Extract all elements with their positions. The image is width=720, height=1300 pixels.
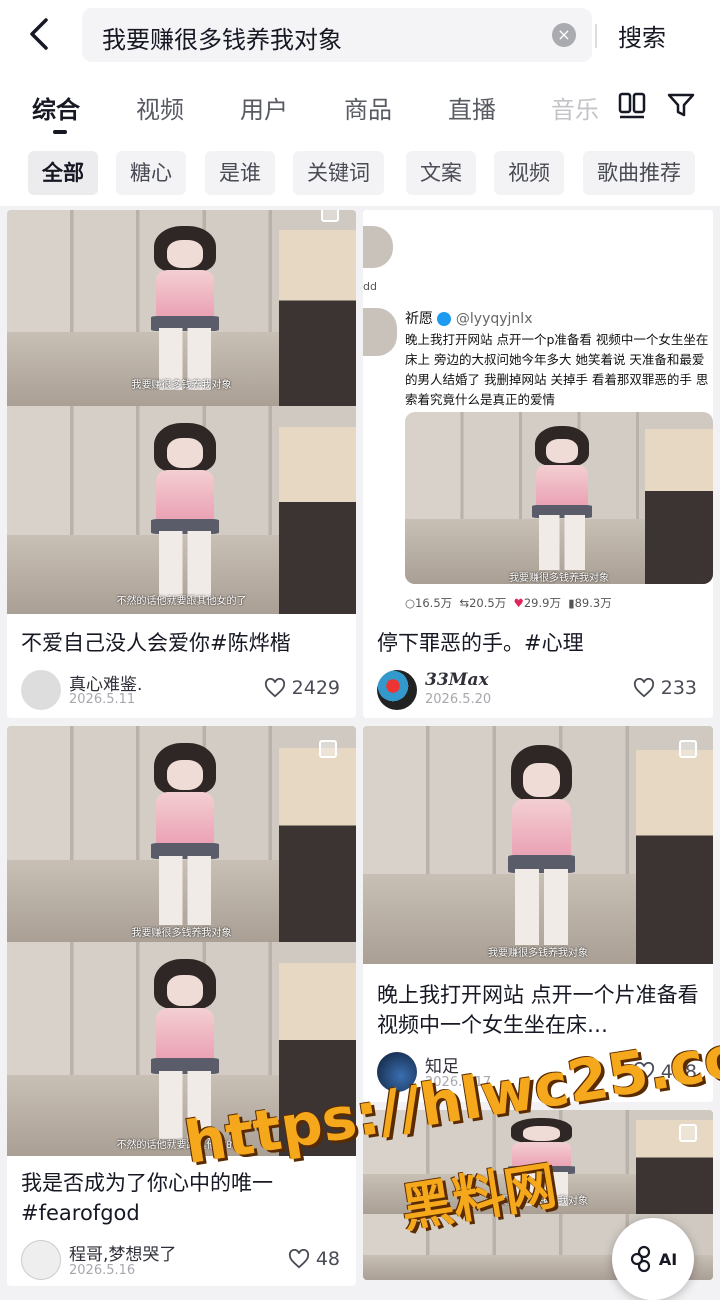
result-card[interactable]: 我要赚很多钱养我对象 不然的话他就要跟其他女的了 我是否成为了你心中的唯一#fe… bbox=[7, 726, 356, 1286]
collection-icon bbox=[679, 1124, 697, 1142]
chip-song-recommend[interactable]: 歌曲推荐 bbox=[583, 151, 695, 195]
tab-bar: 综合 视频 用户 商品 直播 音乐 bbox=[0, 70, 720, 140]
avatar[interactable] bbox=[377, 670, 417, 710]
chevron-left-icon bbox=[30, 18, 48, 50]
author-name[interactable]: 程哥,梦想哭了 bbox=[69, 1240, 176, 1265]
tab-video[interactable]: 视频 bbox=[136, 90, 184, 125]
search-divider bbox=[595, 24, 597, 48]
heart-icon bbox=[633, 678, 654, 698]
filter-chips: 全部 糖心 是谁 关键词 文案 视频 歌曲推荐 bbox=[0, 140, 720, 206]
tab-live[interactable]: 直播 bbox=[448, 90, 496, 125]
chip-who[interactable]: 是谁 bbox=[205, 151, 275, 195]
like-count-value: 233 bbox=[660, 677, 697, 699]
tweet-author-name: 祈愿 bbox=[405, 311, 433, 327]
tweet-text: 晚上我打开网站 点开一个p准备看 视频中一个女生坐在床上 旁边的大叔问她今年多大… bbox=[405, 332, 709, 407]
collection-icon bbox=[319, 740, 337, 758]
post-date: 2026.5.11 bbox=[69, 692, 136, 707]
tweet-stats: ○16.5万 ⇆20.5万 ♥29.9万 ▮89.3万 bbox=[405, 595, 612, 611]
chip-video[interactable]: 视频 bbox=[494, 151, 564, 195]
back-button[interactable] bbox=[22, 14, 56, 54]
video-thumbnail[interactable]: 我要赚很多钱养我对象 bbox=[363, 726, 713, 964]
post-date: 2026.5.20 bbox=[425, 692, 492, 707]
avatar[interactable] bbox=[21, 1240, 61, 1280]
post-date: 2026.5.16 bbox=[69, 1263, 136, 1278]
tweet-image: 我要赚很多钱养我对象 bbox=[405, 412, 713, 584]
tweet-likes: 29.9万 bbox=[523, 596, 561, 610]
card-title[interactable]: 晚上我打开网站 点开一个片准备看 视频中一个女生坐在床… bbox=[377, 980, 699, 1040]
ai-label: AI bbox=[658, 1249, 678, 1269]
ai-flower-icon bbox=[630, 1245, 650, 1273]
tab-all[interactable]: 综合 bbox=[32, 90, 80, 125]
collection-icon bbox=[679, 740, 697, 758]
tab-users[interactable]: 用户 bbox=[240, 90, 288, 125]
thumbnail-caption: 我要赚很多钱养我对象 bbox=[509, 573, 609, 584]
tweet-comments: 16.5万 bbox=[415, 596, 453, 610]
thumbnail-caption: 我要赚很多钱养我对象 bbox=[488, 948, 588, 959]
thumbnail-frame: 我要赚很多钱养我对象 bbox=[7, 210, 356, 406]
thumbnail-caption: 不然的话他就要跟其他女的了 bbox=[116, 596, 247, 607]
tweet-handle: @lyyqyjnlx bbox=[455, 311, 533, 327]
retweet-icon: ⇆ bbox=[459, 596, 470, 610]
heart-icon bbox=[264, 678, 285, 698]
card-title[interactable]: 不爱自己没人会爱你#陈烨楷 bbox=[21, 628, 343, 658]
search-query[interactable]: 我要赚很多钱养我对象 bbox=[102, 20, 342, 55]
tweet-screenshot-thumbnail[interactable]: dd 祈愿 @lyyqyjnlx 晚上我打开网站 点开一个p准备看 视频中一个女… bbox=[363, 210, 713, 615]
like-count[interactable]: 2429 bbox=[264, 677, 340, 699]
video-thumbnail[interactable]: 我要赚很多钱养我对象 不然的话他就要跟其他女的了 bbox=[7, 210, 356, 614]
tweet-author: 祈愿 @lyyqyjnlx bbox=[405, 308, 532, 328]
avatar[interactable] bbox=[21, 670, 61, 710]
search-input[interactable]: 我要赚很多钱养我对象 × bbox=[82, 8, 597, 62]
thumbnail-caption: 我要赚很多钱养我对象 bbox=[131, 380, 232, 391]
thumbnail-frame: 我要赚很多钱养我对象 bbox=[7, 726, 356, 942]
heart-icon bbox=[288, 1249, 309, 1269]
thumbnail-frame: 我要赚很多钱养我对象 bbox=[363, 726, 713, 964]
thumbnail-frame: 不然的话他就要跟其他女的了 bbox=[7, 406, 356, 614]
tab-active-indicator bbox=[53, 130, 67, 134]
card-title[interactable]: 我是否成为了你心中的唯一#fearofgod bbox=[21, 1168, 343, 1228]
tweet-views: 89.3万 bbox=[574, 596, 612, 610]
verified-badge-icon bbox=[437, 312, 452, 326]
like-count[interactable]: 233 bbox=[633, 677, 697, 699]
card-title[interactable]: 停下罪恶的手。#心理 bbox=[377, 628, 699, 658]
tab-music[interactable]: 音乐 bbox=[551, 90, 599, 125]
chip-all[interactable]: 全部 bbox=[28, 151, 98, 195]
filter-icon[interactable] bbox=[666, 90, 696, 120]
thumbnail-caption: 我要赚很多钱养我对象 bbox=[131, 928, 232, 939]
like-count-value: 48 bbox=[315, 1248, 340, 1270]
chip-keyword[interactable]: 关键词 bbox=[293, 151, 384, 195]
author-name[interactable]: 33Max bbox=[425, 670, 489, 690]
result-card[interactable]: dd 祈愿 @lyyqyjnlx 晚上我打开网站 点开一个p准备看 视频中一个女… bbox=[363, 210, 713, 718]
like-count[interactable]: 48 bbox=[288, 1248, 340, 1270]
result-card[interactable]: 我要赚很多钱养我对象 不然的话他就要跟其他女的了 不爱自己没人会爱你#陈烨楷 真… bbox=[7, 210, 356, 718]
tab-goods[interactable]: 商品 bbox=[344, 90, 392, 125]
chip-copywriting[interactable]: 文案 bbox=[406, 151, 476, 195]
heart-icon: ♥ bbox=[513, 596, 524, 610]
collection-icon bbox=[321, 210, 339, 222]
tweet-retweets: 20.5万 bbox=[469, 596, 507, 610]
top-bar: 我要赚很多钱养我对象 × 搜索 bbox=[0, 0, 720, 70]
tweet-handle-prefix: dd bbox=[363, 280, 377, 293]
chip-tangxin[interactable]: 糖心 bbox=[116, 151, 186, 195]
like-count-value: 2429 bbox=[291, 677, 340, 699]
comment-icon: ○ bbox=[405, 596, 416, 610]
layout-toggle-icon[interactable] bbox=[617, 90, 647, 120]
clear-icon[interactable]: × bbox=[552, 23, 576, 47]
avatar bbox=[363, 308, 397, 356]
ai-assistant-button[interactable]: AI bbox=[612, 1218, 694, 1300]
avatar bbox=[363, 226, 393, 268]
search-button[interactable]: 搜索 bbox=[618, 18, 666, 53]
